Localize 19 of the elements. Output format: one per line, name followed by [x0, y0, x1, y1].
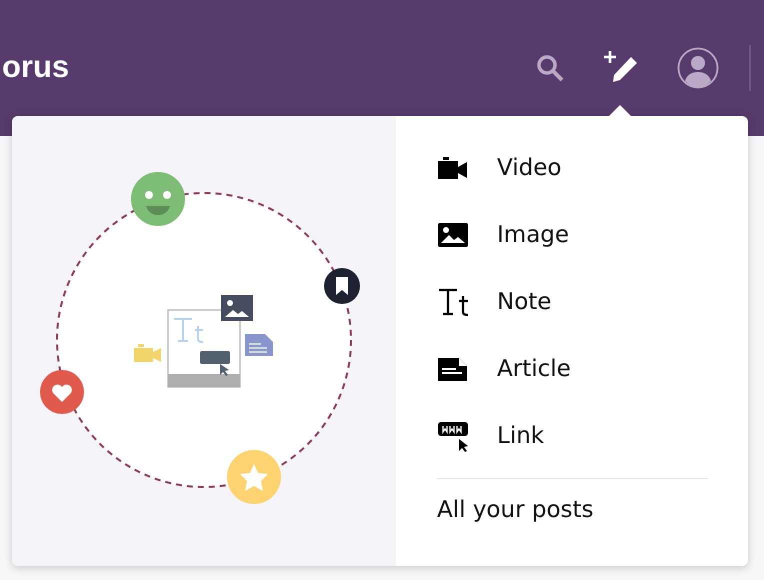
smiley-icon	[131, 172, 185, 226]
video-camera-icon	[134, 344, 161, 362]
menu-item[interactable]: Link	[437, 402, 708, 469]
text-icon	[437, 286, 471, 316]
menu-item[interactable]: Note	[437, 268, 708, 335]
menu-item[interactable]: Video	[437, 134, 708, 201]
document-icon	[437, 356, 469, 382]
menu-item[interactable]: Article	[437, 335, 708, 402]
bookmark-icon	[324, 268, 360, 304]
image-icon	[221, 295, 253, 321]
logo-text[interactable]: orus	[2, 45, 70, 89]
menu-item[interactable]: Image	[437, 201, 708, 268]
all-posts-link[interactable]: All your posts	[437, 489, 594, 531]
video-camera-icon	[437, 154, 469, 180]
document-icon	[245, 334, 273, 356]
web-link-icon	[437, 420, 471, 452]
search-icon[interactable]	[535, 53, 565, 83]
image-icon	[437, 222, 469, 248]
avatar-icon[interactable]	[677, 47, 719, 89]
